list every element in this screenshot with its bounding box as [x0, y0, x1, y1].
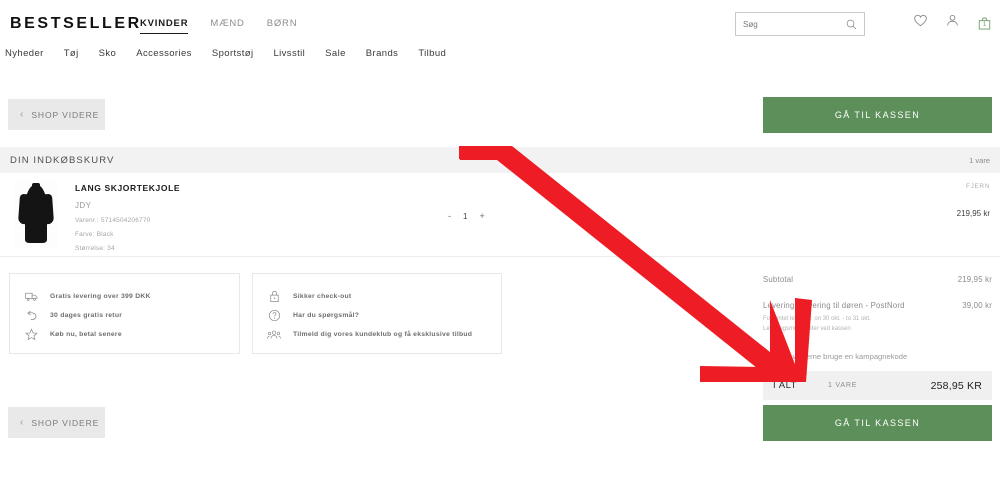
quantity-value: 1 — [463, 212, 468, 221]
remove-item-link[interactable]: FJERN — [966, 183, 990, 190]
subtotal-label: Subtotal — [763, 275, 794, 284]
shop-videre-button-bottom[interactable]: ‹ SHOP VIDERE — [8, 407, 105, 438]
benefits-box-shipping: Gratis levering over 399 DKK 30 dages gr… — [9, 273, 240, 354]
top-nav-boern[interactable]: BØRN — [267, 18, 298, 33]
benefit-free-return: 30 dages gratis retur — [24, 306, 225, 325]
truck-icon — [24, 291, 38, 302]
product-item-number: Varenr.: 5714504206770 — [75, 217, 151, 224]
search-box[interactable] — [735, 12, 865, 36]
product-size: Størrelse: 34 — [75, 245, 115, 252]
checkout-button-top[interactable]: GÅ TIL KASSEN — [763, 97, 992, 133]
shop-videre-label: SHOP VIDERE — [31, 109, 100, 120]
product-brand: JDY — [75, 201, 92, 210]
cart-line-item: LANG SKJORTEKJOLE JDY Varenr.: 571450420… — [0, 173, 1000, 257]
chevron-left-icon: ‹ — [20, 108, 24, 120]
summary-subtotal-row: Subtotal 219,95 kr — [763, 275, 992, 284]
checkout-button-bottom[interactable]: GÅ TIL KASSEN — [763, 405, 992, 441]
gender-nav: KVINDER MÆND BØRN — [140, 18, 297, 34]
benefit-questions: Har du spørgsmål? — [267, 306, 487, 325]
total-quantity: 1 VARE — [827, 382, 858, 389]
thumb-detail-collar — [32, 183, 40, 188]
nav-item-sko[interactable]: Sko — [99, 48, 117, 59]
brand-logo[interactable]: BESTSELLER — [10, 15, 142, 33]
product-color: Farve: Black — [75, 231, 114, 238]
bottom-action-row: ‹ SHOP VIDERE GÅ TIL KASSEN — [8, 405, 992, 441]
total-label: I ALT — [773, 380, 797, 391]
people-icon — [267, 329, 281, 341]
cart-header-bar: DIN INDKØBSKURV 1 vare — [0, 147, 1000, 173]
promo-code-label: Jeg vil gerne bruge en kampagnekode — [778, 351, 908, 361]
benefits-box-service: Sikker check-out Har du spørgsmål? Tilme… — [252, 273, 502, 354]
product-thumbnail[interactable] — [14, 181, 58, 247]
order-total-bar: I ALT 1 VARE 258,95 KR — [763, 371, 992, 400]
benefit-free-delivery: Gratis levering over 399 DKK — [24, 287, 225, 306]
benefit-customer-club: Tilmeld dig vores kundeklub og få eksklu… — [267, 325, 487, 344]
delivery-note-estimate: Forventet levering: on 30 okt. - to 31 o… — [763, 316, 871, 322]
top-action-row: ‹ SHOP VIDERE GÅ TIL KASSEN — [8, 97, 992, 133]
search-input[interactable] — [736, 19, 831, 29]
cart-page: BESTSELLER KVINDER MÆND BØRN Nyheder Tøj… — [0, 0, 1000, 500]
nav-item-sportstoej[interactable]: Sportstøj — [212, 48, 254, 59]
quantity-increase-button[interactable]: + — [479, 212, 484, 221]
checkout-label: GÅ TIL KASSEN — [834, 110, 921, 120]
nav-item-toej[interactable]: Tøj — [64, 48, 79, 59]
nav-item-accessories[interactable]: Accessories — [136, 48, 192, 59]
lock-icon — [267, 290, 281, 303]
benefit-label: Tilmeld dig vores kundeklub og få eksklu… — [293, 331, 473, 338]
nav-item-tilbud[interactable]: Tilbud — [418, 48, 446, 59]
nav-item-brands[interactable]: Brands — [366, 48, 399, 59]
search-icon[interactable] — [846, 19, 857, 30]
quantity-decrease-button[interactable]: - — [448, 212, 451, 221]
site-header: BESTSELLER KVINDER MÆND BØRN Nyheder Tøj… — [0, 0, 1000, 74]
checkout-label: GÅ TIL KASSEN — [834, 418, 921, 428]
product-info: LANG SKJORTEKJOLE JDY Varenr.: 571450420… — [75, 183, 180, 252]
chevron-left-icon: ‹ — [20, 416, 24, 428]
benefit-buy-now-pay-later: Køb nu, betal senere — [24, 325, 225, 344]
top-nav-kvinder[interactable]: KVINDER — [140, 18, 189, 34]
shopping-bag-icon[interactable]: 1 — [977, 16, 992, 31]
delivery-label: Levering: Levering til døren - PostNord — [763, 301, 905, 310]
delivery-note-options: Leveringsmuligheder ved kassen — [763, 326, 851, 333]
question-circle-icon — [267, 309, 281, 322]
benefit-label: Køb nu, betal senere — [50, 331, 122, 338]
benefit-label: 30 dages gratis retur — [50, 312, 123, 319]
heart-icon[interactable] — [913, 13, 928, 33]
benefit-secure-checkout: Sikker check-out — [267, 287, 487, 306]
nav-item-nyheder[interactable]: Nyheder — [5, 48, 44, 59]
delivery-value: 39,00 kr — [962, 301, 992, 310]
nav-item-sale[interactable]: Sale — [325, 48, 346, 59]
shop-videre-label: SHOP VIDERE — [31, 417, 100, 428]
person-icon[interactable] — [945, 13, 960, 33]
category-nav: Nyheder Tøj Sko Accessories Sportstøj Li… — [5, 48, 446, 59]
benefit-label: Har du spørgsmål? — [293, 312, 360, 319]
cart-item-count: 1 vare — [969, 155, 990, 165]
bag-count-badge: 1 — [982, 21, 987, 28]
top-nav-maend[interactable]: MÆND — [210, 18, 244, 33]
total-amount: 258,95 KR — [930, 379, 982, 392]
benefit-label: Sikker check-out — [293, 293, 352, 300]
return-arrow-icon — [24, 310, 38, 322]
header-icon-group: 1 — [913, 13, 992, 33]
nav-item-livsstil[interactable]: Livsstil — [273, 48, 305, 59]
product-name[interactable]: LANG SKJORTEKJOLE — [75, 183, 180, 193]
product-price: 219,95 kr — [956, 209, 990, 218]
thumb-detail-body — [25, 185, 47, 243]
benefit-label: Gratis levering over 399 DKK — [50, 293, 151, 300]
shop-videre-button-top[interactable]: ‹ SHOP VIDERE — [8, 99, 105, 130]
quantity-stepper[interactable]: - 1 + — [448, 212, 485, 222]
promo-code-checkbox-input[interactable] — [763, 351, 772, 361]
star-icon — [24, 328, 38, 341]
promo-code-checkbox[interactable]: Jeg vil gerne bruge en kampagnekode — [763, 351, 992, 361]
summary-delivery-row: Levering: Levering til døren - PostNord … — [763, 301, 992, 310]
cart-title: DIN INDKØBSKURV — [10, 154, 115, 166]
order-summary: Subtotal 219,95 kr Levering: Levering ti… — [763, 264, 992, 361]
subtotal-value: 219,95 kr — [957, 275, 992, 284]
